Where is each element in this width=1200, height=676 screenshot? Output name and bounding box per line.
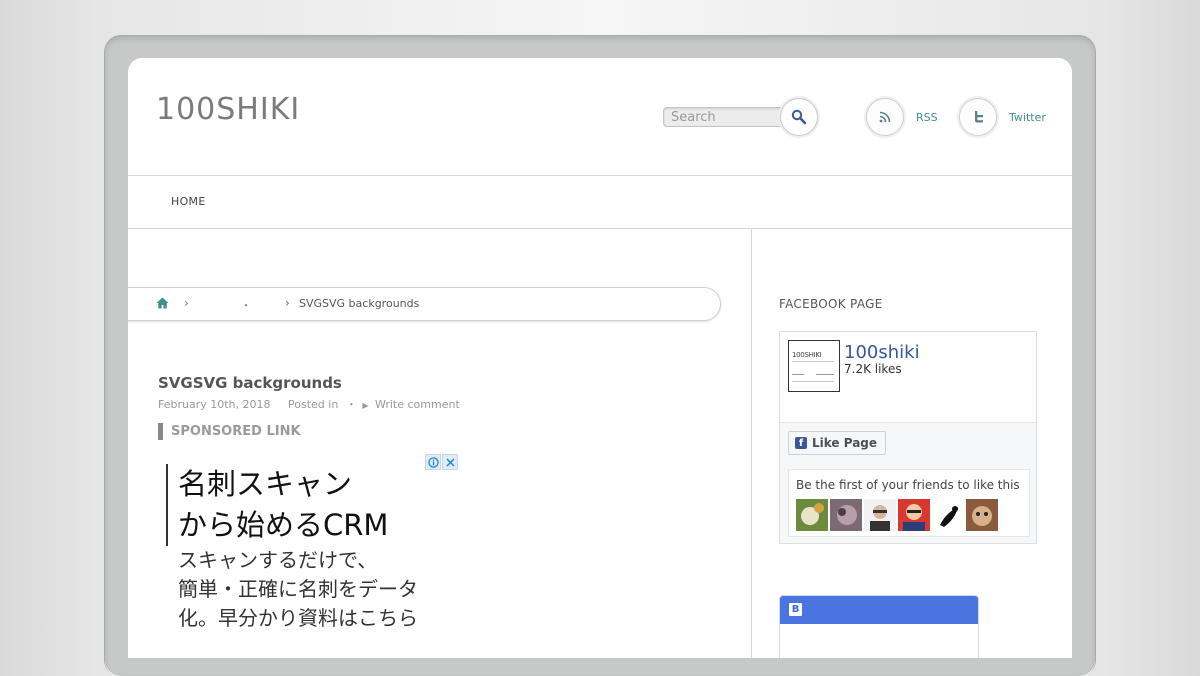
fb-page-thumbnail[interactable]: 100SHIKI xyxy=(788,340,840,392)
close-icon[interactable] xyxy=(442,454,458,470)
site-title[interactable]: 100SHIKI xyxy=(156,92,300,127)
ad-body-line: 化。早分かり資料はこちら xyxy=(178,606,418,630)
ad-body-line: スキャンするだけで、 xyxy=(178,548,378,572)
avatar[interactable] xyxy=(966,499,998,531)
ad-body: スキャンするだけで、 簡単・正確に名刺をデータ 化。早分かり資料はこちら xyxy=(178,546,418,633)
column-divider xyxy=(751,229,752,658)
search-input[interactable] xyxy=(663,107,787,127)
crumb-category[interactable]: ・ xyxy=(211,297,281,313)
rss-icon xyxy=(866,98,904,136)
post-date: February 10th, 2018 xyxy=(158,398,271,411)
fb-friends-text: Be the first of your friends to like thi… xyxy=(796,478,1020,492)
avatar[interactable] xyxy=(864,499,896,531)
hatena-header: B xyxy=(780,596,978,624)
write-comment-link[interactable]: Write comment xyxy=(375,398,460,411)
breadcrumb: › ・ › SVGSVG backgrounds xyxy=(128,287,721,321)
facebook-section-title: FACEBOOK PAGE xyxy=(779,297,883,311)
arrow-right-icon: ▶ xyxy=(362,401,369,410)
facebook-icon: f xyxy=(795,437,807,449)
fb-faces xyxy=(796,499,1000,531)
fb-likes-count: 7.2K likes xyxy=(844,362,902,376)
avatar[interactable] xyxy=(830,499,862,531)
crumb-separator: › xyxy=(184,296,189,310)
page: 100SHIKI RSS Twitter HOME xyxy=(128,58,1072,658)
main-nav: HOME xyxy=(128,175,1072,229)
avatar[interactable] xyxy=(898,499,930,531)
rss-label: RSS xyxy=(916,110,938,124)
sponsored-label: SPONSORED LINK xyxy=(158,423,301,440)
fb-like-label: Like Page xyxy=(812,436,878,450)
ad-headline: 名刺スキャン から始めるCRM xyxy=(166,464,388,546)
ad-body-line: 簡単・正確に名刺をデータ xyxy=(178,577,418,601)
post-category-link[interactable]: ・ xyxy=(346,398,357,411)
crumb-current: SVGSVG backgrounds xyxy=(299,297,420,310)
rss-link[interactable]: RSS xyxy=(866,98,938,136)
fb-page-name[interactable]: 100shiki xyxy=(844,342,920,363)
fb-friends-panel: Be the first of your friends to like thi… xyxy=(788,469,1030,537)
twitter-label: Twitter xyxy=(1009,110,1046,124)
avatar[interactable] xyxy=(796,499,828,531)
avatar[interactable] xyxy=(932,499,964,531)
fb-thumb-logo: 100SHIKI xyxy=(792,351,822,359)
search-button[interactable] xyxy=(780,98,818,136)
ad-headline-line: から始めるCRM xyxy=(178,508,389,542)
post-title[interactable]: SVGSVG backgrounds xyxy=(158,374,342,392)
hatena-widget: B xyxy=(779,595,979,658)
search-icon xyxy=(791,109,807,125)
ad-badges xyxy=(424,454,458,470)
twitter-link[interactable]: Twitter xyxy=(959,98,1046,136)
crumb-separator: › xyxy=(285,296,290,310)
post-meta: February 10th, 2018 Posted in ・ ▶ Write … xyxy=(158,396,460,412)
fb-header: 100SHIKI 100shiki 7.2K likes xyxy=(780,332,1036,423)
hatena-bookmark-icon[interactable]: B xyxy=(789,603,802,616)
twitter-icon xyxy=(959,98,997,136)
ad-banner[interactable]: 名刺スキャン から始めるCRM スキャンするだけで、 簡単・正確に名刺をデータ … xyxy=(162,452,462,658)
nav-home[interactable]: HOME xyxy=(171,195,206,208)
home-icon[interactable] xyxy=(156,297,169,312)
fb-like-button[interactable]: f Like Page xyxy=(788,431,887,455)
adchoices-icon[interactable] xyxy=(425,454,441,470)
ad-headline-line: 名刺スキャン xyxy=(178,467,353,501)
posted-in-label: Posted in xyxy=(288,398,339,411)
facebook-widget: 100SHIKI 100shiki 7.2K likes f Like Page… xyxy=(779,331,1037,544)
